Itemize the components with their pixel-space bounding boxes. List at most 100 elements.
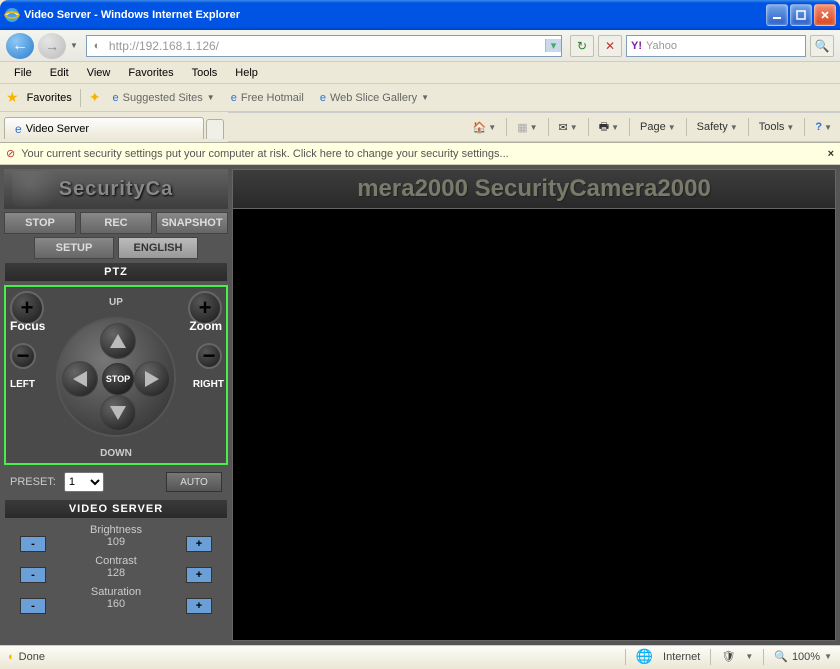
- menu-edit[interactable]: Edit: [42, 65, 77, 81]
- saturation-label: Saturation: [4, 586, 228, 598]
- tools-menu[interactable]: Tools▼: [759, 121, 795, 133]
- ie-icon: [4, 7, 20, 23]
- close-button[interactable]: [814, 4, 836, 26]
- page-menu[interactable]: Page▼: [640, 121, 676, 133]
- ie-icon: e: [320, 92, 326, 104]
- divider: [80, 89, 81, 107]
- dismiss-warning-button[interactable]: ×: [828, 148, 834, 160]
- menu-bar: File Edit View Favorites Tools Help: [0, 62, 840, 84]
- left-label: LEFT: [10, 379, 35, 390]
- language-button[interactable]: ENGLISH: [118, 237, 198, 259]
- search-placeholder: Yahoo: [646, 40, 677, 52]
- contrast-control: Contrast 128 - +: [4, 553, 228, 581]
- brightness-control: Brightness 109 - +: [4, 522, 228, 550]
- menu-help[interactable]: Help: [227, 65, 266, 81]
- menu-file[interactable]: File: [6, 65, 40, 81]
- contrast-minus-button[interactable]: -: [20, 567, 46, 583]
- down-label: DOWN: [100, 448, 132, 459]
- setup-button[interactable]: SETUP: [34, 237, 114, 259]
- zoom-icon: 🔍: [774, 650, 788, 663]
- url-input[interactable]: [107, 39, 545, 53]
- protected-mode-icon[interactable]: 🛡: [721, 650, 735, 663]
- preset-label: PRESET:: [10, 476, 56, 488]
- feeds-button[interactable]: ▦▼: [517, 121, 537, 134]
- tab-title: Video Server: [26, 123, 89, 135]
- tab-bar: e Video Server: [0, 115, 228, 139]
- contrast-plus-button[interactable]: +: [186, 567, 212, 583]
- address-dropdown[interactable]: ▾: [545, 39, 561, 52]
- refresh-button[interactable]: ↻: [570, 35, 594, 57]
- search-button[interactable]: 🔍: [810, 35, 834, 57]
- status-bar: ◐ Done 🌐 Internet 🛡 ▼ 🔍 100% ▼: [0, 645, 840, 667]
- zoom-minus-button[interactable]: −: [196, 343, 222, 369]
- pan-down-button[interactable]: [100, 395, 136, 431]
- back-button[interactable]: ←: [6, 33, 34, 59]
- ie-icon: e: [15, 122, 22, 136]
- tab-video-server[interactable]: e Video Server: [4, 117, 204, 139]
- menu-view[interactable]: View: [79, 65, 119, 81]
- video-area: mera2000 SecurityCamera2000: [232, 165, 840, 645]
- suggested-sites-link[interactable]: eSuggested Sites▼: [109, 92, 219, 104]
- ptz-stop-button[interactable]: STOP: [102, 363, 134, 395]
- safety-menu[interactable]: Safety▼: [697, 121, 738, 133]
- status-icon: ◐: [8, 651, 15, 663]
- saturation-control: Saturation 160 - +: [4, 584, 228, 612]
- pan-right-button[interactable]: [134, 361, 170, 397]
- ie-icon: e: [231, 92, 237, 104]
- pan-left-button[interactable]: [62, 361, 98, 397]
- status-text: Done: [19, 651, 45, 663]
- menu-favorites[interactable]: Favorites: [120, 65, 181, 81]
- alert-icon: ⊘: [6, 147, 15, 160]
- history-dropdown[interactable]: ▼: [70, 41, 78, 50]
- brightness-minus-button[interactable]: -: [20, 536, 46, 552]
- preset-row: PRESET: 1 AUTO: [4, 468, 228, 496]
- new-tab-button[interactable]: [206, 119, 224, 139]
- record-controls-row: STOP REC SNAPSHOT: [4, 212, 228, 234]
- snapshot-button[interactable]: SNAPSHOT: [156, 212, 228, 234]
- address-bar[interactable]: ◐ ▾: [86, 35, 562, 57]
- video-server-header: VIDEO SERVER: [4, 499, 228, 519]
- help-button[interactable]: ?▼: [815, 121, 832, 133]
- stop-button[interactable]: STOP: [4, 212, 76, 234]
- search-box[interactable]: Y! Yahoo: [626, 35, 806, 57]
- favorites-label[interactable]: Favorites: [27, 92, 72, 104]
- maximize-button[interactable]: [790, 4, 812, 26]
- menu-tools[interactable]: Tools: [184, 65, 226, 81]
- forward-button[interactable]: →: [38, 33, 66, 59]
- saturation-plus-button[interactable]: +: [186, 598, 212, 614]
- free-hotmail-link[interactable]: eFree Hotmail: [227, 92, 308, 104]
- zoom-control[interactable]: 🔍 100% ▼: [774, 650, 832, 663]
- nav-bar: ← → ▼ ◐ ▾ ↻ ✕ Y! Yahoo 🔍: [0, 30, 840, 62]
- ie-icon: e: [113, 92, 119, 104]
- pan-up-button[interactable]: [100, 323, 136, 359]
- home-button[interactable]: 🏠▼: [473, 121, 497, 134]
- web-slice-link[interactable]: eWeb Slice Gallery▼: [316, 92, 433, 104]
- brightness-plus-button[interactable]: +: [186, 536, 212, 552]
- contrast-label: Contrast: [4, 555, 228, 567]
- watermark-text: mera2000 SecurityCamera2000: [357, 175, 711, 203]
- stop-button[interactable]: ✕: [598, 35, 622, 57]
- focus-minus-button[interactable]: −: [10, 343, 36, 369]
- security-warning-bar[interactable]: ⊘ Your current security settings put you…: [0, 143, 840, 165]
- favorites-star-icon[interactable]: ★: [6, 89, 19, 106]
- video-feed[interactable]: [232, 209, 836, 641]
- favorites-bar: ★ Favorites ✦ eSuggested Sites▼ eFree Ho…: [0, 84, 840, 112]
- auto-button[interactable]: AUTO: [166, 472, 222, 492]
- minimize-button[interactable]: [766, 4, 788, 26]
- preset-select[interactable]: 1: [64, 472, 104, 492]
- control-sidebar: SecurityCa STOP REC SNAPSHOT SETUP ENGLI…: [0, 165, 232, 645]
- mail-button[interactable]: ✉▼: [559, 121, 578, 134]
- globe-icon: 🌐: [636, 648, 653, 665]
- zoom-value: 100%: [792, 651, 820, 663]
- add-favorite-icon[interactable]: ✦: [89, 89, 101, 106]
- brightness-label: Brightness: [4, 524, 228, 536]
- rec-button[interactable]: REC: [80, 212, 152, 234]
- command-bar: 🏠▼ ▦▼ ✉▼ 🖶▼ Page▼ Safety▼ Tools▼ ?▼: [228, 112, 840, 142]
- right-label: RIGHT: [193, 379, 224, 390]
- ptz-dial: STOP: [56, 317, 176, 437]
- brand-banner: SecurityCa: [4, 169, 228, 209]
- page-content: SecurityCa STOP REC SNAPSHOT SETUP ENGLI…: [0, 165, 840, 645]
- setup-row: SETUP ENGLISH: [4, 237, 228, 259]
- saturation-minus-button[interactable]: -: [20, 598, 46, 614]
- print-button[interactable]: 🖶▼: [599, 118, 619, 137]
